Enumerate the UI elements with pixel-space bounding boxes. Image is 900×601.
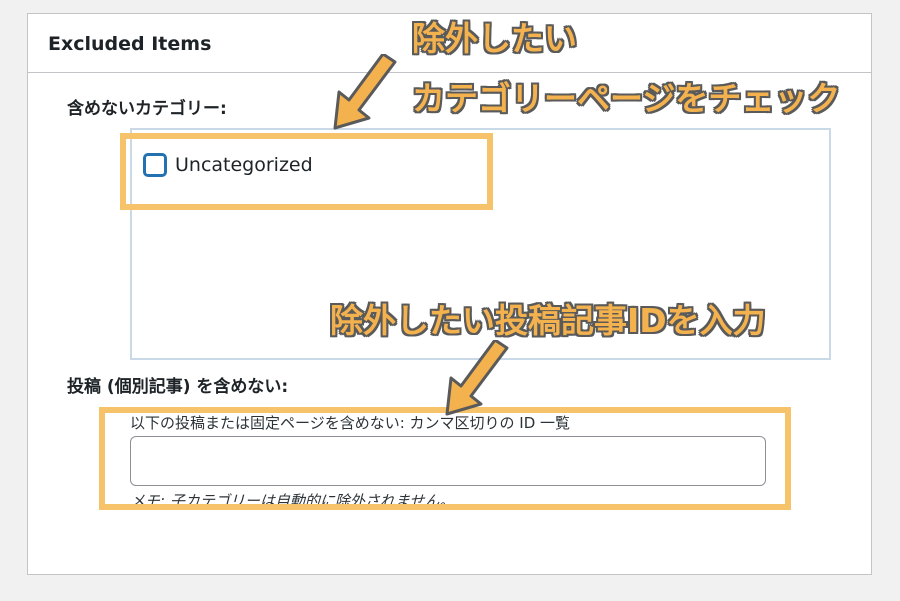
highlight-box-post-ids [99,407,791,510]
callout-text-check-category: カテゴリーページをチェック [412,79,841,118]
categories-label: 含めないカテゴリー: [67,99,227,119]
panel-title: Excluded Items [48,33,212,55]
arrow-down-left-icon [445,340,509,416]
posts-label: 投稿 (個別記事) を含めない: [67,377,289,397]
arrow-down-left-icon [333,54,397,130]
callout-text-exclude: 除外したい [412,19,577,58]
callout-text-enter-post-id: 除外したい投稿記事IDを入力 [330,301,766,340]
highlight-box-category [120,133,493,210]
